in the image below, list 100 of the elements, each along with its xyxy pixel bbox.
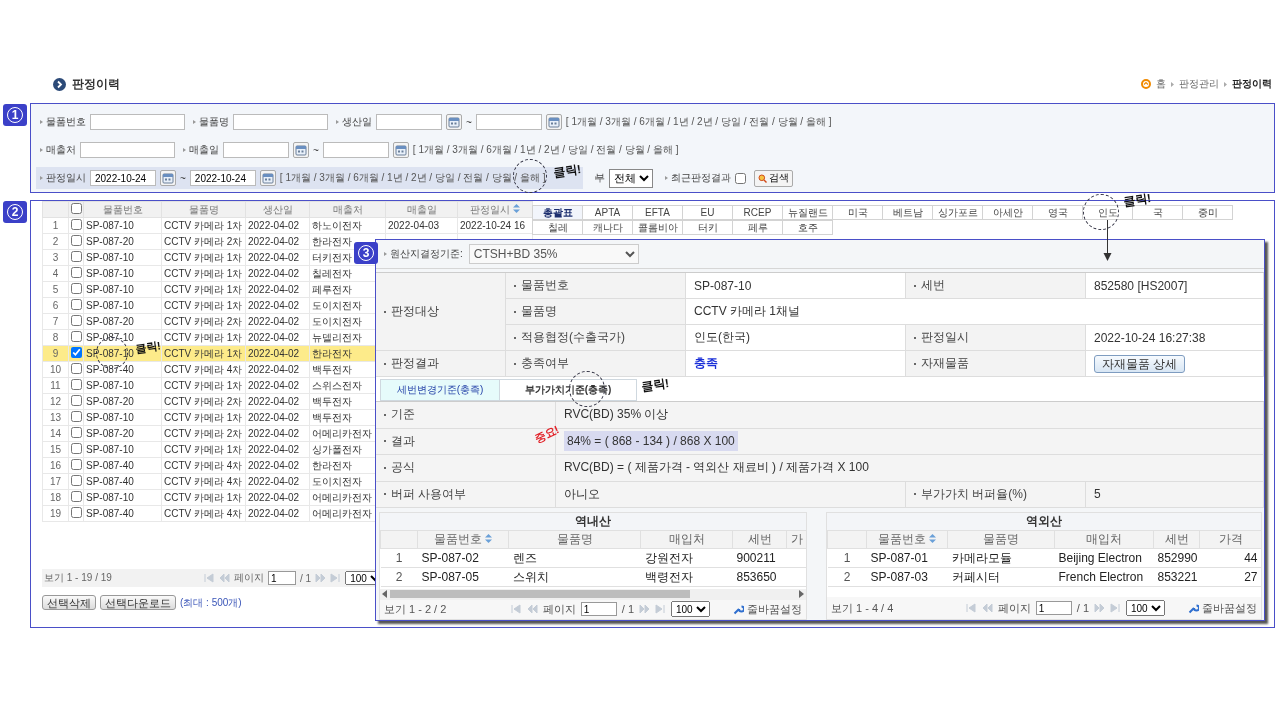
agreement-tab[interactable]: 아세안	[982, 205, 1033, 220]
page-size-select[interactable]: 100	[671, 601, 710, 618]
column-header[interactable]: 세번	[732, 530, 787, 549]
column-header[interactable]: 매입처	[640, 530, 733, 549]
horizontal-scrollbar[interactable]	[380, 589, 806, 600]
page-field[interactable]: 1	[268, 571, 296, 585]
agreement-tab[interactable]: APTA	[582, 205, 633, 220]
criterion-tab[interactable]: 세번변경기준(충족)	[380, 379, 500, 401]
criterion-select[interactable]: CTSH+BD 35%	[468, 244, 639, 264]
column-header[interactable]: 물품번호	[866, 530, 948, 549]
calendar-button[interactable]	[545, 114, 562, 130]
checkbox[interactable]	[70, 363, 82, 374]
breadcrumb-link[interactable]: 판정관리	[1179, 77, 1219, 91]
calendar-button[interactable]	[259, 170, 276, 186]
column-header[interactable]: 물품명	[947, 530, 1055, 549]
agreement-tab[interactable]: 미국	[832, 205, 883, 220]
range-separator: ~	[180, 172, 186, 184]
page-field[interactable]: 1	[1035, 601, 1072, 615]
date-field[interactable]: 2022-10-24	[90, 170, 156, 186]
column-header[interactable]: 물품명	[508, 530, 641, 549]
input-field[interactable]	[233, 114, 328, 130]
period-links[interactable]: [ 1개월 / 3개월 / 6개월 / 1년 / 2년 / 당일 / 전월 / 당월 / 올해 ]	[565, 115, 832, 129]
period-links[interactable]: [ 1개월 / 3개월 / 6개월 / 1년 / 2년 / 당일 / 전월 / 당월 / 올해 ]	[412, 143, 679, 157]
date-field[interactable]	[376, 114, 442, 130]
agreement-tab[interactable]: EU	[682, 205, 733, 220]
page-size-select[interactable]: 100	[1126, 600, 1165, 616]
checkbox[interactable]	[70, 443, 82, 454]
checkbox[interactable]	[70, 267, 82, 278]
checkbox[interactable]	[70, 299, 82, 310]
row-number: 11	[42, 377, 69, 394]
checkbox[interactable]	[70, 459, 82, 470]
checkbox[interactable]	[70, 315, 82, 326]
breadcrumb-link[interactable]: 판정이력	[1232, 77, 1272, 91]
column-header[interactable]: 물품번호	[83, 201, 162, 218]
checkbox[interactable]	[70, 331, 82, 342]
input-field[interactable]	[90, 114, 185, 130]
agreement-tab[interactable]: EFTA	[632, 205, 683, 220]
checkbox[interactable]	[70, 507, 82, 518]
checkbox[interactable]	[70, 347, 82, 358]
date-field[interactable]	[475, 114, 542, 130]
agreement-tab[interactable]: 호주	[782, 220, 833, 235]
checkbox[interactable]	[70, 379, 82, 390]
table-cell: CCTV 카메라 1차	[164, 331, 243, 343]
column-header[interactable]: 가	[786, 530, 807, 549]
agreement-tab[interactable]: 페루	[732, 220, 783, 235]
calendar-button[interactable]	[392, 142, 409, 158]
column-header[interactable]: 판정일시	[457, 201, 533, 218]
calendar-button[interactable]	[293, 142, 309, 158]
agreement-tab[interactable]: 중미	[1182, 205, 1233, 220]
period-links[interactable]: [ 1개월 / 3개월 / 6개월 / 1년 / 2년 / 당일 / 전월 / 당월 / 올해 ]	[279, 171, 546, 185]
input-field[interactable]	[80, 142, 175, 158]
wrap-setting-link[interactable]: 줄바꿈설정	[733, 601, 802, 617]
table-cell: 2022-04-02	[248, 508, 300, 519]
action-button[interactable]: 선택삭제	[42, 595, 96, 610]
checkbox[interactable]	[70, 395, 82, 406]
agreement-tab[interactable]: 싱가포르	[932, 205, 983, 220]
column-header[interactable]: 물품번호	[417, 530, 509, 549]
checkbox[interactable]	[70, 427, 82, 438]
agreement-tab[interactable]: 콜롬비아	[632, 220, 683, 235]
detail-button[interactable]: 자재물품 상세	[1094, 354, 1186, 373]
agreement-tab[interactable]: 영국	[1032, 205, 1083, 220]
column-header[interactable]: 가격	[1199, 530, 1262, 549]
calendar-button[interactable]	[446, 114, 462, 130]
column-header[interactable]: 매출처	[309, 201, 386, 218]
checkbox[interactable]	[70, 411, 82, 422]
breadcrumb-link[interactable]: 홈	[1156, 77, 1166, 91]
table-cell: SP-087-10	[86, 284, 134, 295]
wrap-setting-link[interactable]: 줄바꿈설정	[1188, 600, 1257, 616]
checkbox[interactable]	[70, 251, 82, 262]
column-header[interactable]: 생산일	[245, 201, 310, 218]
status-select[interactable]: 전체	[609, 168, 654, 188]
scroll-right-icon[interactable]	[798, 590, 804, 599]
date-field[interactable]	[322, 142, 389, 158]
agreement-tab[interactable]: 뉴질랜드	[782, 205, 833, 220]
agreement-tab[interactable]: 터키	[682, 220, 733, 235]
checkbox[interactable]	[70, 491, 82, 502]
agreement-tab[interactable]: 칠레	[532, 220, 583, 235]
checkbox[interactable]	[70, 283, 82, 294]
column-header[interactable]: 매입처	[1054, 530, 1154, 549]
agreement-tab[interactable]: RCEP	[732, 205, 783, 220]
date-field[interactable]	[223, 142, 289, 158]
checkbox[interactable]	[70, 235, 82, 246]
column-header[interactable]: 물품명	[161, 201, 246, 218]
checkbox[interactable]	[70, 203, 82, 214]
agreement-tab[interactable]: 베트남	[882, 205, 933, 220]
scroll-left-icon[interactable]	[382, 590, 388, 599]
home-icon[interactable]	[1141, 79, 1151, 89]
agreement-tab[interactable]: 캐나다	[582, 220, 633, 235]
checkbox[interactable]	[735, 172, 747, 184]
agreement-tab[interactable]: 총괄표	[532, 205, 583, 220]
column-header[interactable]: 매출일	[385, 201, 458, 218]
action-button[interactable]: 선택다운로드	[100, 595, 176, 610]
search-button[interactable]: 검색	[754, 169, 794, 187]
calendar-button[interactable]	[160, 170, 176, 186]
checkbox[interactable]	[70, 475, 82, 486]
column-header[interactable]: 세번	[1153, 530, 1200, 549]
criterion-tab[interactable]: 부가가치기준(충족)	[499, 379, 637, 401]
page-field[interactable]: 1	[580, 602, 617, 617]
date-field[interactable]: 2022-10-24	[189, 170, 256, 186]
checkbox[interactable]	[70, 219, 82, 230]
